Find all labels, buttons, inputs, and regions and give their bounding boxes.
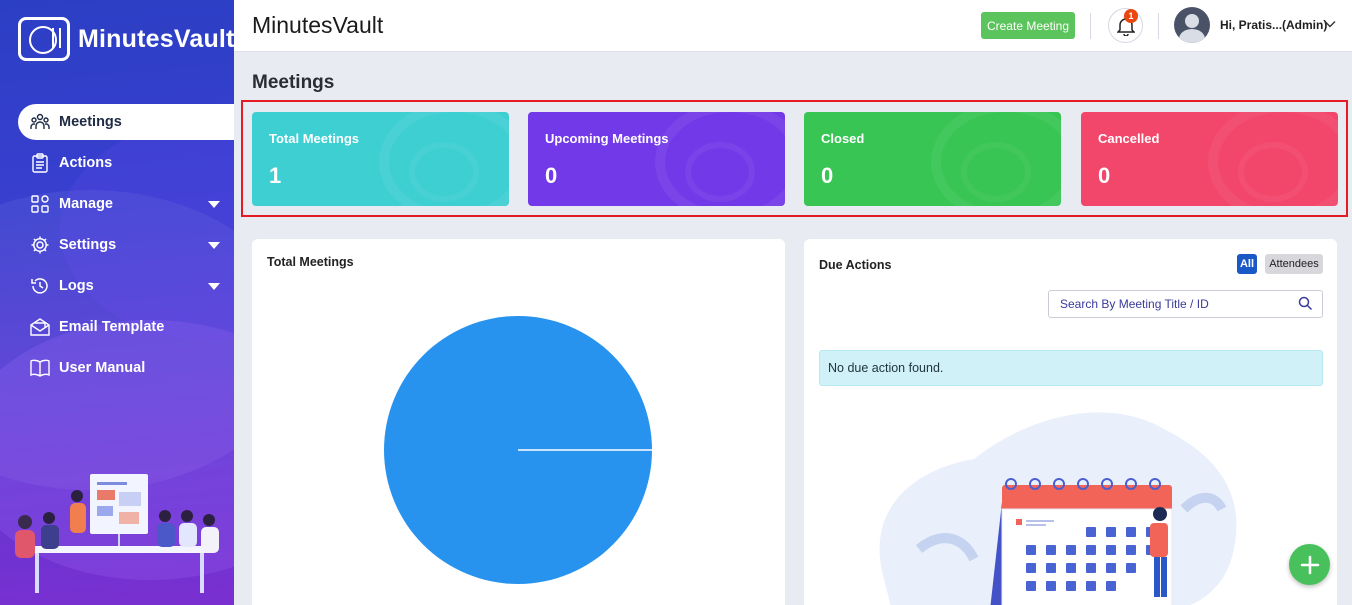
sidebar-item-label: Logs: [59, 278, 94, 294]
sidebar-item-label: Meetings: [59, 114, 122, 130]
card-decoration: [685, 142, 755, 202]
search-icon[interactable]: [1298, 296, 1313, 311]
divider: [1158, 13, 1159, 39]
user-menu-label[interactable]: Hi, Pratis...(Admin): [1220, 18, 1327, 32]
history-icon: [30, 276, 50, 296]
empty-state-message: No due action found.: [828, 361, 944, 375]
sidebar-item-actions[interactable]: Actions: [18, 145, 234, 181]
calendar-illustration: [879, 412, 1237, 605]
app-title: MinutesVault: [252, 12, 384, 38]
plus-icon: [1300, 555, 1319, 574]
card-decoration: [961, 142, 1031, 202]
caret-down-icon: [208, 242, 220, 249]
create-meeting-button[interactable]: Create Meeting: [981, 12, 1075, 39]
app-logo[interactable]: MinutesVault: [18, 17, 234, 61]
meeting-illustration: [15, 474, 219, 593]
total-meetings-card: Total Meetings: [252, 239, 785, 605]
topbar: MinutesVault Create Meeting 1 Hi, Pratis…: [234, 0, 1352, 52]
sidebar-nav: Meetings Actions Manage Settings Logs Em…: [18, 104, 234, 391]
page-title: Meetings: [252, 72, 335, 93]
sidebar-item-meetings[interactable]: Meetings: [18, 104, 234, 140]
card-decoration: [409, 142, 479, 202]
avatar[interactable]: [1174, 7, 1210, 43]
stat-card-closed[interactable]: Closed 0: [804, 112, 1061, 206]
sidebar-item-label: Manage: [59, 196, 113, 212]
search-input[interactable]: Search By Meeting Title / ID: [1048, 290, 1323, 318]
stat-value: 0: [1098, 163, 1111, 188]
notification-badge: 1: [1124, 9, 1138, 23]
stat-card-cancelled[interactable]: Cancelled 0: [1081, 112, 1338, 206]
vault-icon: [18, 17, 70, 61]
sidebar-item-label: Actions: [59, 155, 113, 171]
envelope-icon: [30, 317, 50, 337]
stat-card-total-meetings[interactable]: Total Meetings 1: [252, 112, 509, 206]
gear-icon: [30, 235, 50, 255]
stat-label: Upcoming Meetings: [545, 131, 669, 146]
grid-icon: [30, 194, 50, 214]
sidebar-item-label: User Manual: [59, 360, 146, 376]
pie-chart: [384, 316, 652, 584]
filter-all-button[interactable]: All: [1237, 254, 1257, 274]
sidebar-item-label: Settings: [59, 237, 117, 253]
stat-value: 0: [545, 163, 558, 188]
clipboard-icon: [30, 153, 50, 173]
sidebar-item-label: Email Template: [59, 319, 165, 335]
search-placeholder: Search By Meeting Title / ID: [1060, 297, 1209, 311]
divider: [1090, 13, 1091, 39]
chevron-down-icon[interactable]: [1323, 17, 1337, 31]
filter-attendees-button[interactable]: Attendees: [1265, 254, 1323, 274]
sidebar-item-settings[interactable]: Settings: [18, 227, 234, 263]
stat-value: 1: [269, 163, 282, 188]
stat-label: Cancelled: [1098, 131, 1160, 146]
card-title: Due Actions: [819, 258, 892, 272]
stat-card-upcoming-meetings[interactable]: Upcoming Meetings 0: [528, 112, 785, 206]
logo-text: MinutesVault: [78, 24, 234, 53]
stat-value: 0: [821, 163, 834, 188]
add-button[interactable]: [1289, 544, 1330, 585]
sidebar-item-logs[interactable]: Logs: [18, 268, 234, 304]
meetings-icon: [30, 112, 50, 132]
stat-label: Total Meetings: [269, 131, 360, 146]
stat-label: Closed: [821, 131, 865, 146]
sidebar-item-user-manual[interactable]: User Manual: [18, 350, 234, 386]
card-decoration: [1238, 142, 1308, 202]
sidebar-item-email-template[interactable]: Email Template: [18, 309, 234, 345]
caret-down-icon: [208, 283, 220, 290]
sidebar: MinutesVault Meetings Actions Manage Set…: [0, 0, 234, 605]
sidebar-item-manage[interactable]: Manage: [18, 186, 234, 222]
book-icon: [30, 358, 50, 378]
caret-down-icon: [208, 201, 220, 208]
empty-state-alert: No due action found.: [819, 350, 1323, 386]
